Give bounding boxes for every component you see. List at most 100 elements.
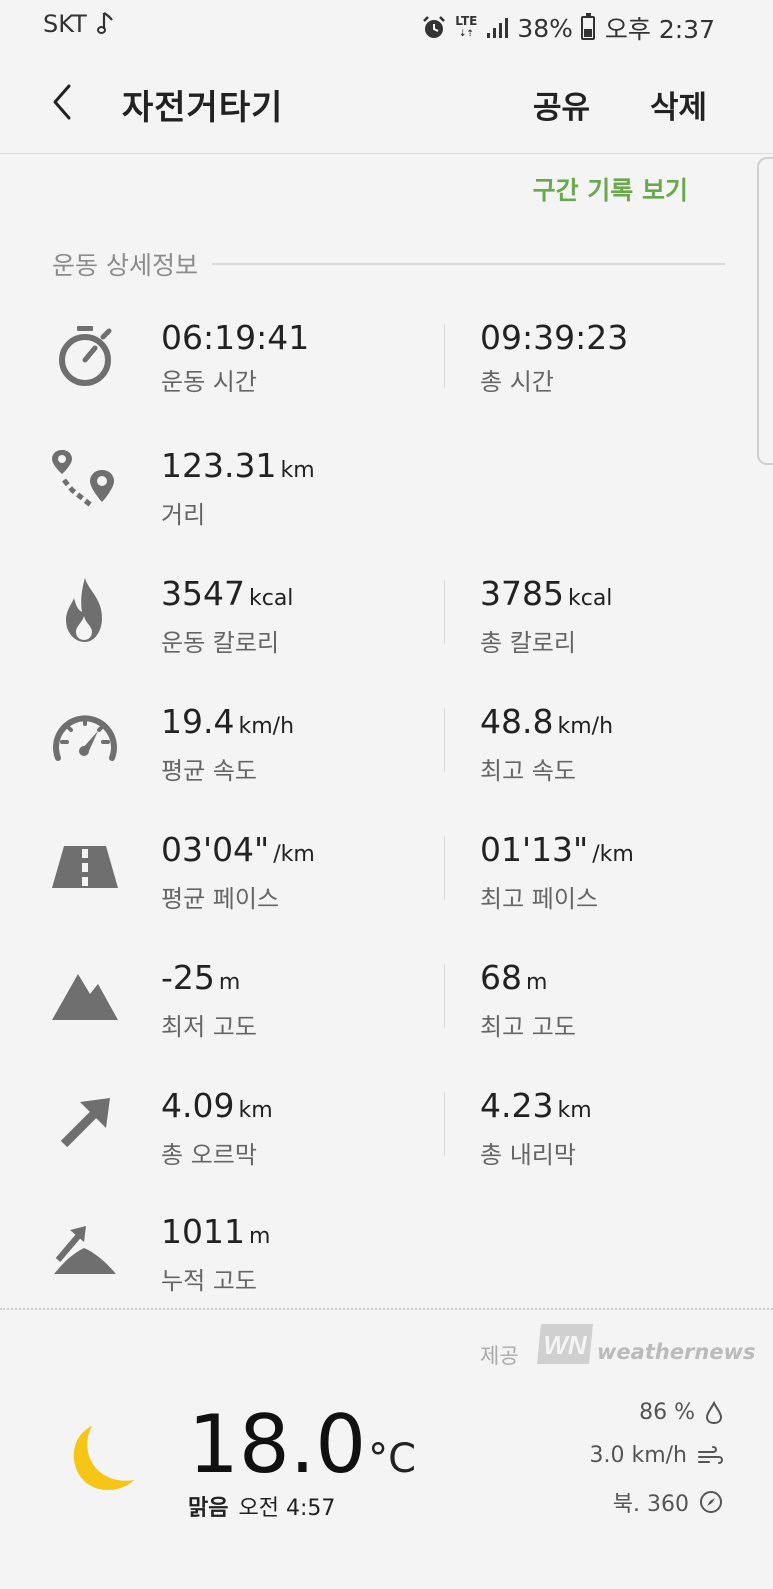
metric-row-distance: 123.31 km 거리	[0, 446, 773, 556]
metric-total-time: 09:39:23 총 시간	[480, 318, 628, 397]
column-divider	[444, 836, 445, 900]
provider-label: 제공	[480, 1344, 519, 1368]
droplet-icon	[705, 1400, 723, 1424]
alarm-icon	[423, 16, 446, 38]
metric-value: 1011	[161, 1212, 245, 1251]
metric-value: 4.23	[480, 1086, 554, 1125]
metric-label: 운동 시간	[161, 368, 257, 396]
weather-condition: 맑음	[188, 1496, 229, 1521]
column-divider	[444, 580, 445, 644]
metric-value: 03'04"	[161, 830, 270, 869]
metric-label: 거리	[161, 501, 206, 529]
metric-distance: 123.31 km 거리	[161, 446, 315, 530]
metric-label: 총 시간	[480, 368, 554, 396]
metric-unit: km	[280, 458, 315, 483]
metric-label: 평균 속도	[161, 757, 257, 785]
speedometer-icon	[53, 715, 117, 761]
clock: 오후 2:37	[604, 15, 715, 44]
metric-avg-speed: 19.4 km/h 평균 속도	[161, 702, 294, 786]
metric-value: 06:19:41	[161, 318, 310, 357]
metric-unit: km	[557, 1098, 592, 1123]
weather-time: 오전 4:57	[238, 1496, 336, 1521]
cumulative-elevation-icon	[54, 1226, 116, 1274]
metric-max-altitude: 68 m 최고 고도	[480, 958, 576, 1042]
metric-label: 총 칼로리	[480, 629, 576, 657]
metric-row-pace: 03'04"/km 평균 페이스 01'13"/km 최고 페이스	[0, 830, 773, 940]
metric-unit: km	[238, 1098, 273, 1123]
temperature-unit: °C	[368, 1436, 417, 1482]
stopwatch-icon	[59, 326, 112, 386]
flame-icon	[66, 578, 102, 642]
metric-value: 123.31	[161, 446, 277, 485]
metric-label: 운동 칼로리	[161, 629, 280, 657]
view-section-records-link[interactable]: 구간 기록 보기	[533, 171, 688, 207]
status-bar: SKT LTE ⇣⇡ 38% 오후 2:37	[0, 0, 773, 52]
battery-fill	[583, 29, 592, 37]
metric-row-speed: 19.4 km/h 평균 속도 48.8 km/h 최고 속도	[0, 702, 773, 812]
wind-direction-stat: 북. 360	[613, 1486, 723, 1518]
mountain-icon	[52, 974, 118, 1020]
metric-total-calories: 3785 kcal 총 칼로리	[480, 574, 612, 658]
metric-value: -25	[161, 958, 215, 997]
metric-value: 68	[480, 958, 522, 997]
metric-row-slope: 4.09 km 총 오르막 4.23 km 총 내리막	[0, 1086, 773, 1196]
humidity-stat: 86 %	[639, 1400, 723, 1425]
metric-value: 3785	[480, 574, 564, 613]
share-button[interactable]: 공유	[533, 82, 590, 127]
back-button[interactable]	[40, 80, 84, 124]
metric-row-calories: 3547 kcal 운동 칼로리 3785 kcal 총 칼로리	[0, 574, 773, 684]
app-header: 자전거타기 공유 삭제	[0, 52, 773, 154]
column-divider	[444, 1092, 445, 1156]
music-note-icon	[96, 12, 113, 34]
metric-value: 48.8	[480, 702, 554, 741]
metric-label: 최고 고도	[480, 1013, 576, 1041]
moon-icon	[73, 1426, 134, 1491]
metric-unit: m	[218, 970, 241, 995]
weather-description: 맑음 오전 4:57	[188, 1490, 335, 1522]
metric-max-speed: 48.8 km/h 최고 속도	[480, 702, 613, 786]
back-arrow-icon	[53, 84, 71, 120]
metric-label: 최고 페이스	[480, 885, 599, 913]
weather-divider	[0, 1308, 773, 1310]
metric-active-calories: 3547 kcal 운동 칼로리	[161, 574, 293, 658]
metric-label: 총 내리막	[480, 1141, 576, 1169]
metric-total-uphill: 4.09 km 총 오르막	[161, 1086, 273, 1170]
metric-cumulative-elevation: 1011 m 누적 고도	[161, 1212, 270, 1296]
section-title: 운동 상세정보	[52, 251, 198, 280]
battery-icon	[580, 13, 595, 40]
metric-unit: /km	[273, 842, 315, 867]
temperature: 18.0°C	[188, 1400, 416, 1504]
wind-speed-value: 3.0 km/h	[589, 1443, 687, 1468]
delete-button[interactable]: 삭제	[650, 82, 707, 127]
metric-unit: kcal	[248, 586, 294, 611]
metric-unit: m	[248, 1224, 271, 1249]
provider-name: weathernews	[597, 1340, 756, 1364]
wind-icon	[698, 1445, 723, 1464]
metric-active-time: 06:19:41 운동 시간	[161, 318, 309, 397]
metric-best-pace: 01'13"/km 최고 페이스	[480, 830, 634, 914]
metric-label: 최고 속도	[480, 757, 576, 785]
section-header: 운동 상세정보	[52, 246, 725, 282]
wind-direction-value: 북. 360	[612, 1492, 689, 1517]
metric-row-altitude: -25 m 최저 고도 68 m 최고 고도	[0, 958, 773, 1068]
metric-unit: /km	[592, 842, 634, 867]
metric-unit: km/h	[238, 714, 295, 739]
status-right: LTE ⇣⇡ 38% 오후 2:37	[421, 10, 715, 46]
signal-icon	[487, 18, 509, 38]
metric-unit: km/h	[557, 714, 614, 739]
road-icon	[52, 846, 118, 888]
metric-label: 총 오르막	[161, 1141, 257, 1169]
page-title: 자전거타기	[122, 88, 284, 128]
carrier-label: SKT	[43, 10, 87, 38]
metric-value: 19.4	[161, 702, 235, 741]
metric-label: 최저 고도	[161, 1013, 257, 1041]
humidity-value: 86 %	[639, 1400, 695, 1425]
lte-icon: LTE ⇣⇡	[455, 14, 478, 39]
metric-avg-pace: 03'04"/km 평균 페이스	[161, 830, 315, 914]
metric-row-time: 06:19:41 운동 시간 09:39:23 총 시간	[0, 318, 773, 428]
metric-total-downhill: 4.23 km 총 내리막	[480, 1086, 592, 1170]
compass-icon	[700, 1491, 722, 1513]
column-divider	[444, 964, 445, 1028]
svg-text:WN: WN	[543, 1330, 588, 1360]
column-divider	[444, 708, 445, 772]
